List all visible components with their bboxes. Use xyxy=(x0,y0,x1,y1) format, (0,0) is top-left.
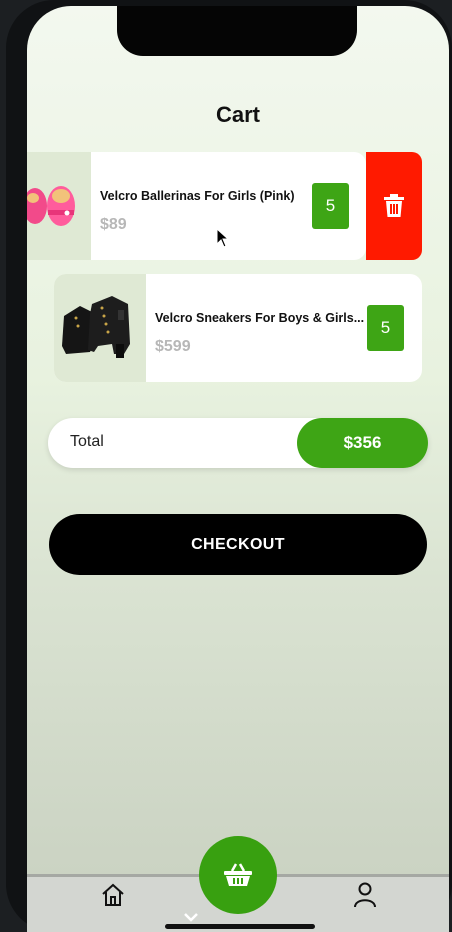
mouse-cursor-icon xyxy=(216,228,230,248)
total-summary: Total $356 xyxy=(48,418,428,468)
delete-item-button[interactable] xyxy=(366,152,422,260)
home-indicator xyxy=(165,924,315,929)
product-image-pink-ballerinas xyxy=(27,152,91,260)
basket-icon xyxy=(224,863,252,886)
cart-item[interactable]: Velcro Ballerinas For Girls (Pink) $89 5 xyxy=(27,152,366,260)
checkout-button[interactable]: CHECKOUT xyxy=(49,514,427,575)
chevron-down-icon[interactable] xyxy=(183,912,199,922)
boots-icon xyxy=(62,296,130,358)
total-label: Total xyxy=(70,433,104,450)
product-name: Velcro Ballerinas For Girls (Pink) xyxy=(100,189,295,203)
page-title: Cart xyxy=(215,102,260,127)
product-name: Velcro Sneakers For Boys & Girls... xyxy=(155,311,365,325)
cart-tab-button[interactable] xyxy=(199,836,277,914)
product-image-black-boots xyxy=(54,274,146,382)
home-icon[interactable] xyxy=(101,883,125,907)
cart-item[interactable]: Velcro Sneakers For Boys & Girls... $599… xyxy=(54,274,422,382)
app-screen: Cart Velcro Ballerinas For Girls (Pink) … xyxy=(27,6,449,932)
ballerina-shoes-icon xyxy=(27,186,75,226)
user-icon[interactable] xyxy=(354,882,376,908)
product-price: $599 xyxy=(155,338,191,355)
quantity-stepper[interactable]: 5 xyxy=(367,305,404,351)
product-price: $89 xyxy=(100,216,127,233)
trash-icon xyxy=(384,194,404,217)
camera-notch xyxy=(117,6,357,56)
quantity-stepper[interactable]: 5 xyxy=(312,183,349,229)
total-amount: $356 xyxy=(297,418,428,468)
